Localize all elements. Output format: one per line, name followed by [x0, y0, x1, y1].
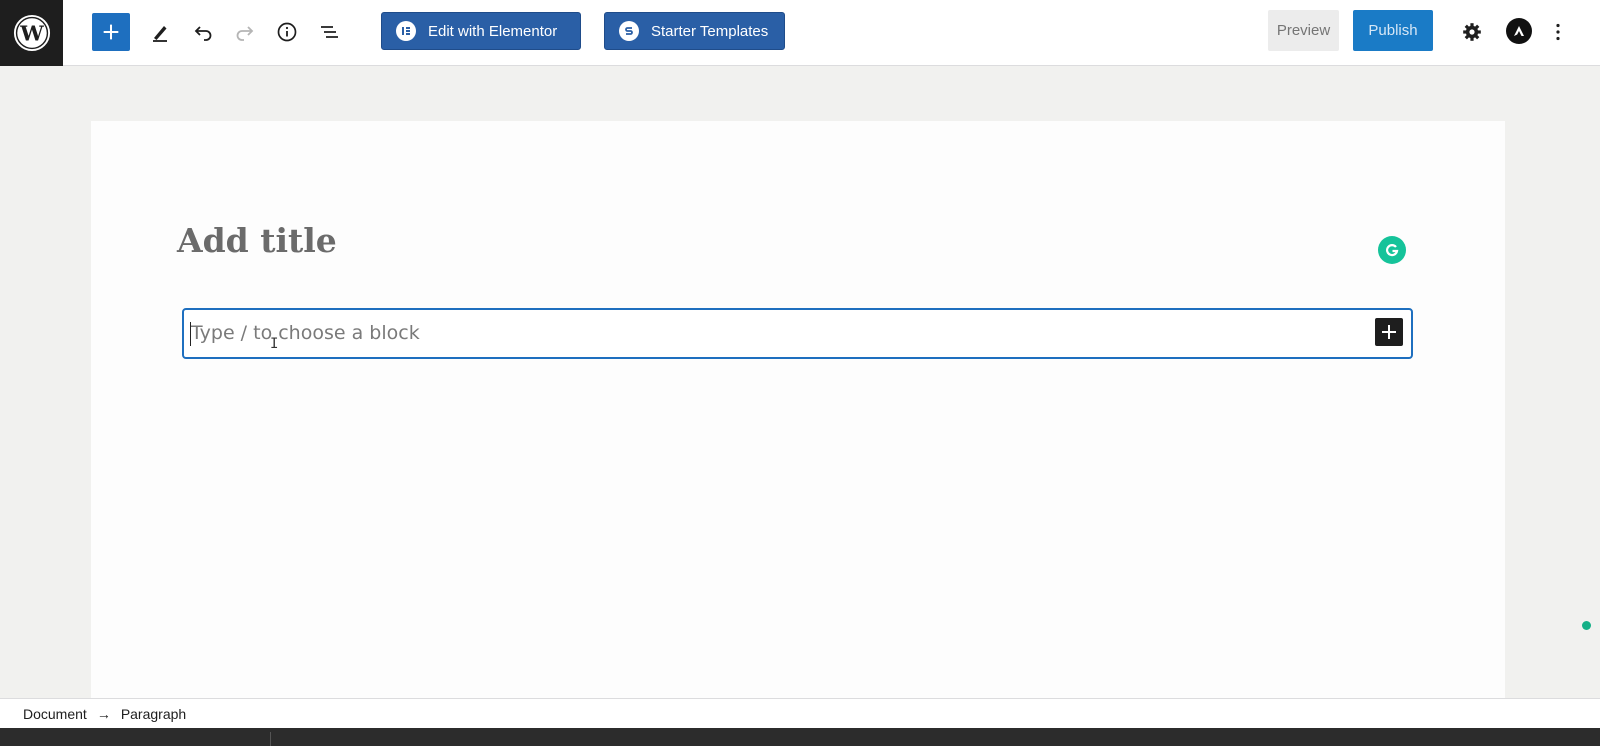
svg-text:W: W [19, 21, 44, 46]
list-view-icon [321, 26, 338, 38]
paragraph-block[interactable]: Type / to choose a block I [182, 308, 1413, 359]
more-vertical-icon [1556, 23, 1560, 41]
edit-with-elementor-button[interactable]: Edit with Elementor [381, 12, 581, 50]
wordpress-logo-icon[interactable]: W [0, 0, 63, 66]
grammarly-icon[interactable] [1378, 236, 1406, 264]
block-breadcrumb: Document → Paragraph [0, 698, 1600, 728]
starter-templates-icon [619, 21, 639, 41]
block-inserter-button[interactable] [92, 13, 130, 51]
grammarly-status-dot [1582, 621, 1591, 630]
editor-toolbar: W Edit with Elementor Starter Templates … [0, 0, 1600, 66]
text-cursor-icon: I [270, 336, 279, 352]
starter-templates-label: Starter Templates [651, 22, 769, 40]
undo-button[interactable] [184, 13, 222, 51]
info-icon [277, 22, 297, 42]
redo-icon [236, 26, 254, 41]
post-title-input[interactable]: Add title [177, 221, 337, 260]
options-button[interactable] [1543, 13, 1573, 51]
details-button[interactable] [268, 13, 306, 51]
block-placeholder: Type / to choose a block [191, 322, 420, 344]
undo-icon [194, 26, 212, 41]
elementor-icon [396, 21, 416, 41]
bottom-strip [0, 728, 1600, 746]
publish-button[interactable]: Publish [1353, 10, 1433, 51]
plus-icon [1382, 325, 1396, 339]
preview-button[interactable]: Preview [1268, 10, 1339, 51]
breadcrumb-item-document[interactable]: Document [23, 706, 87, 722]
plus-icon [103, 24, 119, 40]
divider [270, 732, 271, 746]
edit-with-elementor-label: Edit with Elementor [428, 22, 558, 40]
list-view-button[interactable] [310, 13, 348, 51]
editor-canvas: Add title Type / to choose a block I [91, 121, 1591, 699]
astra-icon[interactable] [1506, 18, 1532, 44]
gear-icon [1463, 23, 1481, 41]
redo-button[interactable] [226, 13, 264, 51]
starter-templates-button[interactable]: Starter Templates [604, 12, 785, 50]
add-block-button[interactable] [1375, 318, 1403, 346]
breadcrumb-item-paragraph[interactable]: Paragraph [121, 706, 186, 722]
pencil-icon [153, 26, 167, 42]
breadcrumb-separator: → [96, 705, 111, 722]
settings-button[interactable] [1453, 13, 1491, 51]
tools-button[interactable] [141, 13, 179, 51]
